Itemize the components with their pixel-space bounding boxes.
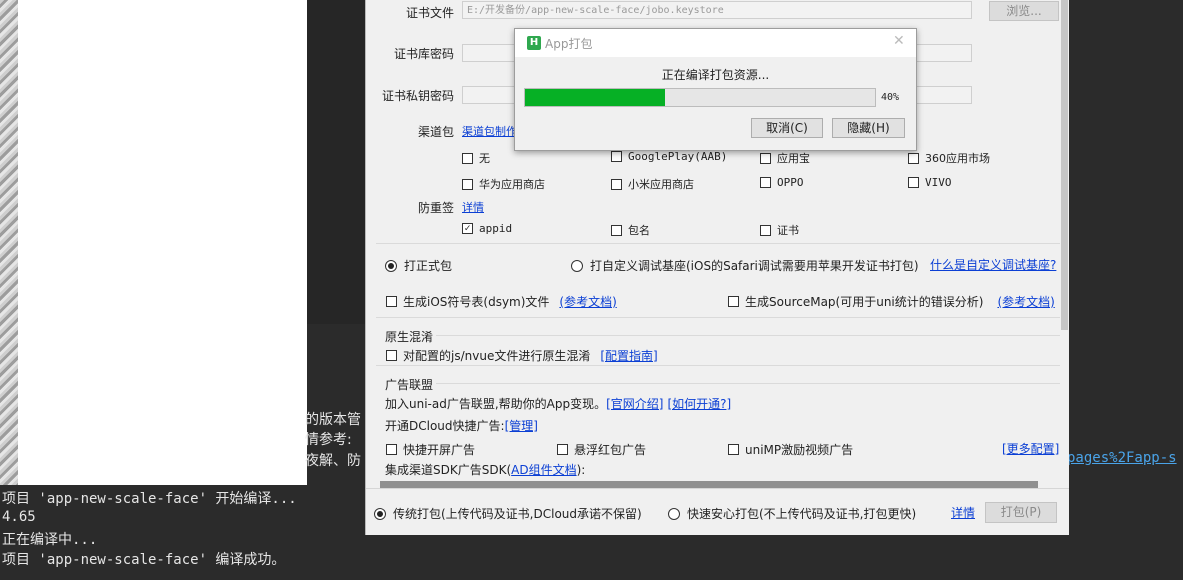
checkbox[interactable] bbox=[611, 151, 622, 162]
divider bbox=[436, 335, 1060, 336]
radio[interactable] bbox=[571, 259, 583, 272]
channel-option[interactable]: 360应用市场 bbox=[908, 150, 990, 166]
ads-option-redpacket[interactable]: 悬浮红包广告 bbox=[557, 441, 646, 458]
checkbox[interactable] bbox=[462, 178, 473, 190]
ads-intro: 加入uni-ad广告联盟,帮助你的App变现。[官网介绍] [如何开通?] bbox=[385, 397, 732, 411]
ads-option-video[interactable]: uniMP激励视频广告 bbox=[728, 441, 853, 458]
anti-resign-label: 防重签 bbox=[418, 201, 455, 215]
channel-link[interactable]: 渠道包制作 bbox=[462, 123, 517, 139]
checkbox[interactable] bbox=[760, 177, 771, 188]
channel-option[interactable]: OPPO bbox=[760, 176, 804, 189]
checkbox-checked[interactable]: ✓ bbox=[462, 223, 473, 234]
custom-base-radio[interactable]: 打自定义调试基座(iOS的Safari调试需要用苹果开发证书打包) bbox=[571, 257, 919, 274]
channel-option[interactable]: 华为应用商店 bbox=[462, 176, 545, 192]
anti-resign-package[interactable]: 包名 bbox=[611, 222, 650, 238]
console-line: 项目 'app-new-scale-face' 开始编译... bbox=[2, 491, 297, 507]
channel-option[interactable]: GooglePlay(AAB) bbox=[611, 150, 727, 163]
background-image bbox=[0, 0, 18, 485]
console-line: 正在编译中... bbox=[2, 532, 98, 548]
safe-pack-radio[interactable]: 快速安心打包(不上传代码及证书,打包更快) bbox=[668, 505, 916, 522]
anti-resign-detail-link[interactable]: 详情 bbox=[462, 199, 484, 215]
ads-official-link[interactable]: [官网介绍] bbox=[606, 397, 663, 411]
progress-dialog: H App打包 ✕ 正在编译打包资源... 40% 取消(C) 隐藏(H) bbox=[514, 28, 917, 151]
scrollbar-thumb[interactable] bbox=[1061, 0, 1068, 330]
console-line: 4.65 bbox=[2, 509, 36, 525]
ads-howto-link[interactable]: [如何开通?] bbox=[667, 397, 731, 411]
pack-button[interactable]: 打包(P) bbox=[985, 502, 1057, 523]
hbuilder-logo-icon: H bbox=[527, 36, 541, 50]
cert-private-password-label: 证书私钥密码 bbox=[382, 89, 455, 103]
progress-percent: 40% bbox=[881, 92, 900, 103]
checkbox[interactable] bbox=[611, 178, 622, 190]
custom-base-help-link[interactable]: 什么是自定义调试基座? bbox=[930, 256, 1056, 273]
native-obfuscation-option[interactable]: 对配置的js/nvue文件进行原生混淆 [配置指南] bbox=[386, 347, 658, 364]
ad-component-doc-link[interactable]: AD组件文档 bbox=[511, 463, 576, 477]
radio-selected[interactable] bbox=[374, 507, 386, 520]
close-icon[interactable]: ✕ bbox=[893, 33, 905, 49]
background-text: 的版本管 bbox=[305, 412, 361, 428]
divider bbox=[366, 488, 1069, 489]
checkbox[interactable] bbox=[386, 444, 397, 455]
checkbox[interactable] bbox=[908, 177, 919, 188]
checkbox[interactable] bbox=[760, 152, 771, 164]
radio[interactable] bbox=[668, 507, 680, 520]
checkbox[interactable] bbox=[908, 152, 919, 164]
cert-file-label: 证书文件 bbox=[406, 6, 455, 20]
editor-blank-area bbox=[18, 0, 307, 485]
checkbox[interactable] bbox=[728, 444, 739, 455]
traditional-pack-radio[interactable]: 传统打包(上传代码及证书,DCloud承诺不保留) bbox=[374, 505, 642, 522]
channel-option[interactable]: 无 bbox=[462, 150, 490, 166]
sidebar: 快手 飞书 京东 小红 快应 鸿蒙 uni 源码 bbox=[307, 0, 674, 324]
channel-option[interactable]: 小米应用商店 bbox=[611, 176, 694, 192]
dcloud-ads-manage-link[interactable]: [管理] bbox=[505, 419, 538, 433]
native-obfuscation-title: 原生混淆 bbox=[385, 330, 434, 344]
divider bbox=[436, 383, 1060, 384]
checkbox[interactable] bbox=[728, 296, 739, 307]
channel-option[interactable]: VIVO bbox=[908, 176, 952, 189]
channel-label: 渠道包 bbox=[418, 125, 455, 139]
browse-button[interactable]: 浏览... bbox=[989, 1, 1059, 21]
checkbox[interactable] bbox=[760, 224, 771, 236]
checkbox[interactable] bbox=[386, 296, 397, 307]
checkbox[interactable] bbox=[557, 444, 568, 455]
console-output: 项目 'app-new-scale-face' 开始编译... 4.65 正在编… bbox=[0, 486, 365, 580]
divider bbox=[376, 317, 1060, 318]
obfuscation-guide-link[interactable]: [配置指南] bbox=[600, 347, 657, 364]
cert-store-password-label: 证书库密码 bbox=[394, 47, 455, 61]
anti-resign-cert[interactable]: 证书 bbox=[760, 222, 799, 238]
dcloud-ads-label: 开通DCloud快捷广告:[管理] bbox=[385, 419, 538, 433]
dsym-doc-link[interactable]: (参考文档) bbox=[559, 293, 616, 310]
horizontal-scrollbar[interactable] bbox=[380, 481, 1038, 488]
console-line: 项目 'app-new-scale-face' 编译成功。 bbox=[2, 552, 286, 568]
ads-option-splash[interactable]: 快捷开屏广告 bbox=[386, 441, 475, 458]
sourcemap-option[interactable]: 生成SourceMap(可用于uni统计的错误分析) (参考文档) bbox=[728, 293, 1055, 310]
dsym-option[interactable]: 生成iOS符号表(dsym)文件 (参考文档) bbox=[386, 293, 617, 310]
radio-selected[interactable] bbox=[385, 259, 397, 272]
formal-package-radio[interactable]: 打正式包 bbox=[385, 257, 452, 274]
background-link[interactable]: pages%2Fapp-s bbox=[1067, 450, 1177, 466]
divider bbox=[376, 365, 1060, 366]
ads-sdk-label: 集成渠道SDK广告SDK(AD组件文档): bbox=[385, 463, 586, 477]
progress-bar bbox=[524, 88, 876, 107]
cancel-button[interactable]: 取消(C) bbox=[751, 118, 823, 138]
ads-more-config-link[interactable]: [更多配置] bbox=[1002, 440, 1059, 457]
checkbox[interactable] bbox=[462, 152, 473, 164]
sourcemap-doc-link[interactable]: (参考文档) bbox=[997, 293, 1054, 310]
divider bbox=[376, 243, 1060, 244]
pack-detail-link[interactable]: 详情 bbox=[951, 504, 975, 521]
checkbox[interactable] bbox=[611, 224, 622, 236]
checkbox[interactable] bbox=[386, 350, 397, 361]
hide-button[interactable]: 隐藏(H) bbox=[832, 118, 905, 138]
progress-bar-fill bbox=[525, 89, 665, 106]
cert-file-input[interactable]: E:/开发备份/app-new-scale-face/jobo.keystore bbox=[462, 1, 972, 19]
progress-status-text: 正在编译打包资源... bbox=[661, 68, 770, 82]
progress-dialog-titlebar[interactable]: H App打包 ✕ bbox=[515, 29, 916, 57]
progress-dialog-title: App打包 bbox=[545, 37, 593, 51]
background-text: 夜解、防 bbox=[305, 453, 361, 469]
background-text: 情参考: bbox=[305, 432, 352, 448]
channel-option[interactable]: 应用宝 bbox=[760, 150, 810, 166]
ads-title: 广告联盟 bbox=[385, 378, 434, 392]
anti-resign-appid[interactable]: ✓ appid bbox=[462, 222, 512, 235]
